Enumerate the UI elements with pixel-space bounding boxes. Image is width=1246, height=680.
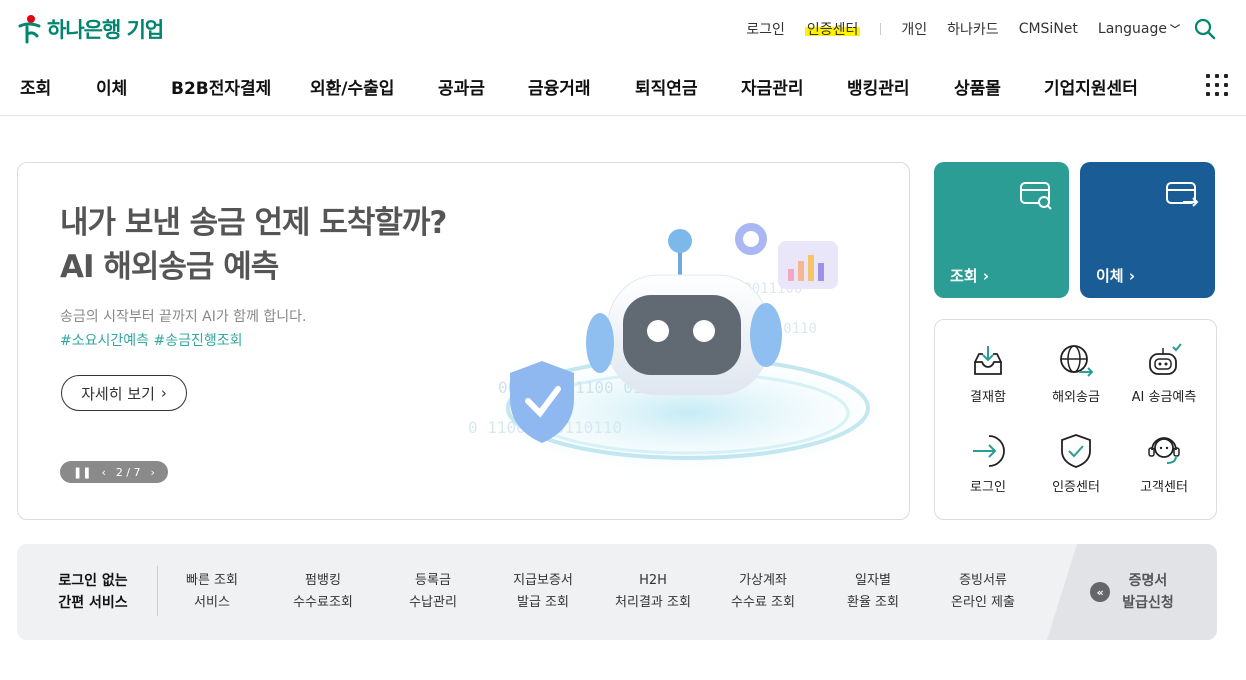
logo-text: 하나은행 기업 [47, 18, 164, 42]
quick-customer-center[interactable]: 고객센터 [1119, 432, 1209, 495]
view-details-label: 자세히 보기 [81, 384, 155, 403]
simple-service-bar: 로그인 없는 간편 서비스 빠른 조회 서비스 펌뱅킹 수수료조회 등록금 수납관리 … [17, 544, 1217, 640]
svc-quick-inquiry[interactable]: 빠른 조회 서비스 [157, 570, 267, 614]
quick-overseas-remit[interactable]: 해외송금 [1031, 342, 1121, 405]
nav-inquiry[interactable]: 조회 [20, 74, 51, 99]
quick-menu: 결재함 해외송금 AI 송금예측 로그인 인증센터 고객센터 [934, 319, 1217, 520]
quick-login-label: 로그인 [970, 480, 1006, 495]
nav-financial-trade[interactable]: 금융거래 [528, 74, 591, 99]
inquiry-tile-label: 조회 › [950, 267, 990, 285]
hana-logo-icon [18, 15, 41, 44]
nav-fund-management[interactable]: 자금관리 [741, 74, 804, 99]
search-icon[interactable] [1194, 18, 1216, 40]
view-details-button[interactable]: 자세히 보기 › [61, 375, 187, 411]
chevron-right-icon: › [160, 384, 167, 402]
globe-transfer-icon [1060, 345, 1094, 377]
inbox-download-icon [974, 346, 1002, 375]
quick-cert-center-label: 인증센터 [1052, 480, 1100, 495]
nav-banking-management[interactable]: 뱅킹관리 [847, 74, 910, 99]
banner-title-line2: AI 해외송금 예측 [60, 249, 279, 285]
utility-nav: 로그인 인증센터 개인 하나카드 CMSiNet Language ﹀ [726, 18, 1216, 40]
quick-approval-label: 결재함 [970, 390, 1006, 405]
quick-approval[interactable]: 결재함 [943, 342, 1033, 405]
util-divider [880, 23, 882, 35]
svc-exchange-rate[interactable]: 일자별 환율 조회 [818, 570, 928, 614]
nav-utility-bills[interactable]: 공과금 [438, 74, 485, 99]
inquiry-tile[interactable]: 조회 › [934, 162, 1069, 298]
svc-virtual-account[interactable]: 가상계좌 수수료 조회 [708, 570, 818, 614]
svc-tuition[interactable]: 등록금 수납관리 [378, 570, 488, 614]
double-chevron-left-icon: « [1090, 582, 1111, 602]
certificate-request-label: 증명서 발급신청 [1122, 573, 1174, 611]
nav-pension[interactable]: 퇴직연금 [635, 74, 698, 99]
personal-link[interactable]: 개인 [901, 19, 927, 39]
banner-pager: ❚❚ ‹ 2 / 7 › [60, 461, 168, 483]
banner-tags: #소요시간예측 #송금진행조회 [60, 333, 243, 349]
card-search-icon [1020, 182, 1052, 210]
quick-customer-center-label: 고객센터 [1140, 480, 1188, 495]
nav-products[interactable]: 상품몰 [954, 74, 1001, 99]
nav-transfer[interactable]: 이체 [96, 74, 127, 99]
all-menu-icon[interactable] [1206, 74, 1228, 96]
prev-slide-icon[interactable]: ‹ [101, 466, 105, 479]
chevron-down-icon: ﹀ [1170, 25, 1180, 36]
quick-login[interactable]: 로그인 [943, 432, 1033, 495]
svc-document-submit[interactable]: 증빙서류 온라인 제출 [928, 570, 1038, 614]
robot-icon [1149, 343, 1182, 375]
transfer-tile-label: 이체 › [1096, 267, 1136, 285]
hanacard-link[interactable]: 하나카드 [947, 19, 999, 39]
nav-foreign-exchange[interactable]: 외환/수출입 [310, 74, 394, 99]
login-arrow-icon [973, 435, 1005, 467]
language-select[interactable]: Language ﹀ [1098, 21, 1180, 37]
quick-ai-predict-label: AI 송금예측 [1131, 390, 1197, 405]
main-banner[interactable]: 내가 보낸 송금 언제 도착할까? AI 해외송금 예측 송금의 시작부터 끝까… [17, 162, 910, 520]
next-slide-icon[interactable]: › [151, 466, 155, 479]
svc-h2h[interactable]: H2H 처리결과 조회 [598, 570, 708, 614]
nav-business-support[interactable]: 기업지원센터 [1044, 74, 1138, 99]
simple-service-title: 로그인 없는 간편 서비스 [58, 573, 128, 611]
main-nav: 조회 이체 B2B전자결제 외환/수출입 공과금 금융거래 퇴직연금 자금관리 … [0, 64, 1246, 116]
shield-check-icon [1061, 434, 1091, 468]
svc-firmbanking-fee[interactable]: 펌뱅킹 수수료조회 [268, 570, 378, 614]
quick-cert-center[interactable]: 인증센터 [1031, 432, 1121, 495]
nav-b2b[interactable]: B2B전자결제 [171, 74, 271, 99]
ai-robot-illustration: 00 000011100 010010 0 11000000110110 10 … [468, 223, 888, 473]
card-transfer-icon [1166, 182, 1199, 207]
page: 하나은행 기업 로그인 인증센터 개인 하나카드 CMSiNet Languag… [0, 0, 1246, 680]
quick-ai-predict[interactable]: AI 송금예측 [1119, 342, 1209, 405]
hana-bank-logo[interactable]: 하나은행 기업 [17, 14, 164, 44]
banner-description: 송금의 시작부터 끝까지 AI가 함께 합니다. [60, 309, 307, 325]
pause-icon[interactable]: ❚❚ [73, 466, 91, 479]
quick-overseas-remit-label: 해외송금 [1052, 390, 1100, 405]
headset-icon [1148, 437, 1180, 464]
transfer-tile[interactable]: 이체 › [1080, 162, 1215, 298]
pager-count: 2 / 7 [115, 465, 141, 479]
certificate-request-button[interactable]: « 증명서 발급신청 [1047, 544, 1217, 640]
svc-guarantee[interactable]: 지급보증서 발급 조회 [488, 570, 598, 614]
cert-center-link[interactable]: 인증센터 [804, 19, 861, 39]
login-link[interactable]: 로그인 [746, 19, 785, 39]
cmsinet-link[interactable]: CMSiNet [1019, 21, 1078, 37]
banner-title: 내가 보낸 송금 언제 도착할까? AI 해외송금 예측 [60, 201, 447, 289]
language-label: Language [1097, 21, 1167, 37]
banner-title-line1: 내가 보낸 송금 언제 도착할까? [60, 205, 447, 241]
